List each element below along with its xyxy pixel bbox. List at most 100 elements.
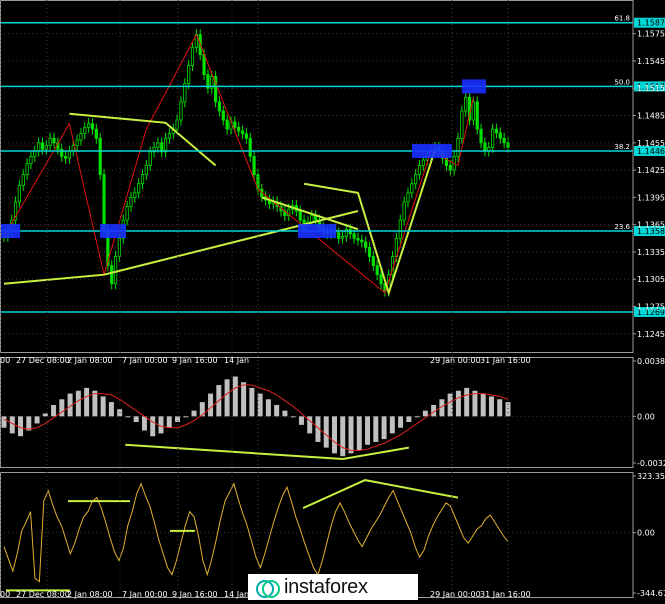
candle-body [244, 133, 248, 139]
candle-body [29, 156, 33, 165]
macd-bar [414, 416, 420, 418]
x-tick-label-7: 31 Jan 16:00 [480, 590, 531, 599]
candle-body [379, 274, 383, 285]
macd-divergence-line [125, 443, 343, 461]
candle-body [410, 183, 414, 194]
level-box-1 [100, 224, 126, 239]
candle-body [87, 123, 91, 128]
macd-bar [42, 413, 48, 417]
candle-body [225, 119, 229, 130]
macd-bar [51, 404, 57, 417]
candle-body [491, 128, 495, 148]
macd-bar [472, 390, 478, 417]
macd-bar [398, 416, 404, 428]
macd-bar [406, 416, 412, 423]
macd-bar [34, 416, 40, 424]
macd-bar [282, 410, 288, 417]
x-tick-label-price-3: 7 Jan 00:00 [122, 356, 168, 365]
candle-body [163, 137, 168, 153]
candle-body [21, 174, 25, 186]
x-tick-label-0: 00 [0, 590, 10, 599]
macd-bar [488, 396, 494, 417]
candle-body [202, 54, 206, 75]
trend-line-1 [69, 112, 217, 167]
candle-body [102, 174, 106, 230]
macd-bar [274, 404, 280, 417]
macd-bar [166, 416, 172, 428]
candle-body [133, 192, 137, 198]
macd-bar [356, 416, 362, 451]
x-tick-label-3: 7 Jan 00:00 [122, 590, 168, 599]
macd-panel [0, 376, 633, 461]
candle-body [240, 130, 245, 135]
macd-bar [381, 416, 387, 440]
candle-body [137, 183, 141, 194]
candle-body [40, 142, 45, 150]
x-tick-label-price-6: 29 Jan 00:00 [430, 356, 481, 365]
macd-bar [340, 416, 346, 457]
candle-body [417, 165, 422, 176]
candle-body [144, 165, 148, 176]
candle-body [506, 142, 510, 148]
candle-body [217, 101, 222, 112]
candle-body [52, 137, 56, 144]
candle-body [156, 142, 160, 148]
candle-body [398, 219, 402, 239]
price-tick-label-3: 1.1335 [637, 248, 665, 257]
candle-body [310, 215, 314, 223]
x-tick-label-price-7: 31 Jan 16:00 [480, 356, 531, 365]
axes: 1.15871.15171.14461.13581.12691.12451.12… [0, 0, 665, 599]
candle-body [498, 132, 502, 139]
cci-tick-label-2: -344.6722 [637, 589, 665, 598]
candle-body [252, 156, 256, 176]
candle-body [414, 174, 418, 185]
candle-body [190, 46, 195, 66]
macd-bar [480, 393, 486, 417]
price-tick-label-2: 1.1305 [637, 275, 665, 284]
macd-bar [108, 402, 114, 417]
macd-bar [373, 416, 379, 442]
candle-body [33, 150, 37, 157]
price-tick-label-11: 1.1575 [637, 30, 665, 39]
price-tick-label-0: 1.1245 [637, 330, 665, 339]
candle-body [98, 137, 102, 176]
candle-body [298, 210, 302, 221]
candle-body [25, 163, 29, 176]
macd-bar [348, 416, 354, 454]
macd-bar [241, 382, 247, 417]
macd-bar [84, 387, 90, 417]
instaforex-logo-icon [256, 576, 280, 598]
candle-body [471, 101, 475, 121]
macd-bar [224, 379, 230, 417]
price-panel: 61.8 50.0 38.2 23.6 [0, 15, 633, 335]
candle-body [456, 137, 460, 157]
x-tick-label-2: 2 Jan 08:00 [67, 590, 113, 599]
candle-body [367, 247, 372, 257]
macd-bar [331, 416, 337, 454]
macd-bar [150, 416, 156, 437]
candle-body [113, 256, 118, 285]
cci-tick-label-0: 323.3582 [637, 472, 665, 481]
x-tick-label-price-1: 27 Dec 08:00 [16, 356, 70, 365]
macd-tick-label-0: 0.00389 [637, 357, 665, 366]
candle-body [494, 128, 499, 134]
x-tick-label-1: 27 Dec 08:00 [16, 590, 70, 599]
candle-body [421, 159, 425, 166]
macd-bar [422, 410, 428, 417]
candle-body [75, 139, 79, 146]
level-box-3 [412, 143, 452, 158]
macd-bar [265, 399, 271, 417]
candle-body [364, 241, 368, 248]
level-box-0 [0, 224, 20, 239]
x-tick-label-price-4: 9 Jan 16:00 [172, 356, 218, 365]
macd-bar [141, 416, 147, 431]
price-tick-label-5: 1.1395 [637, 193, 665, 202]
candle-body [340, 236, 345, 239]
price-tick-label-9: 1.1515 [637, 84, 665, 93]
candle-body [117, 237, 122, 257]
x-tick-label-5: 14 Jan [224, 590, 249, 599]
candle-body [221, 110, 225, 121]
candle-body [48, 137, 52, 146]
macd-bar [175, 416, 181, 423]
macd-bar [199, 402, 205, 417]
